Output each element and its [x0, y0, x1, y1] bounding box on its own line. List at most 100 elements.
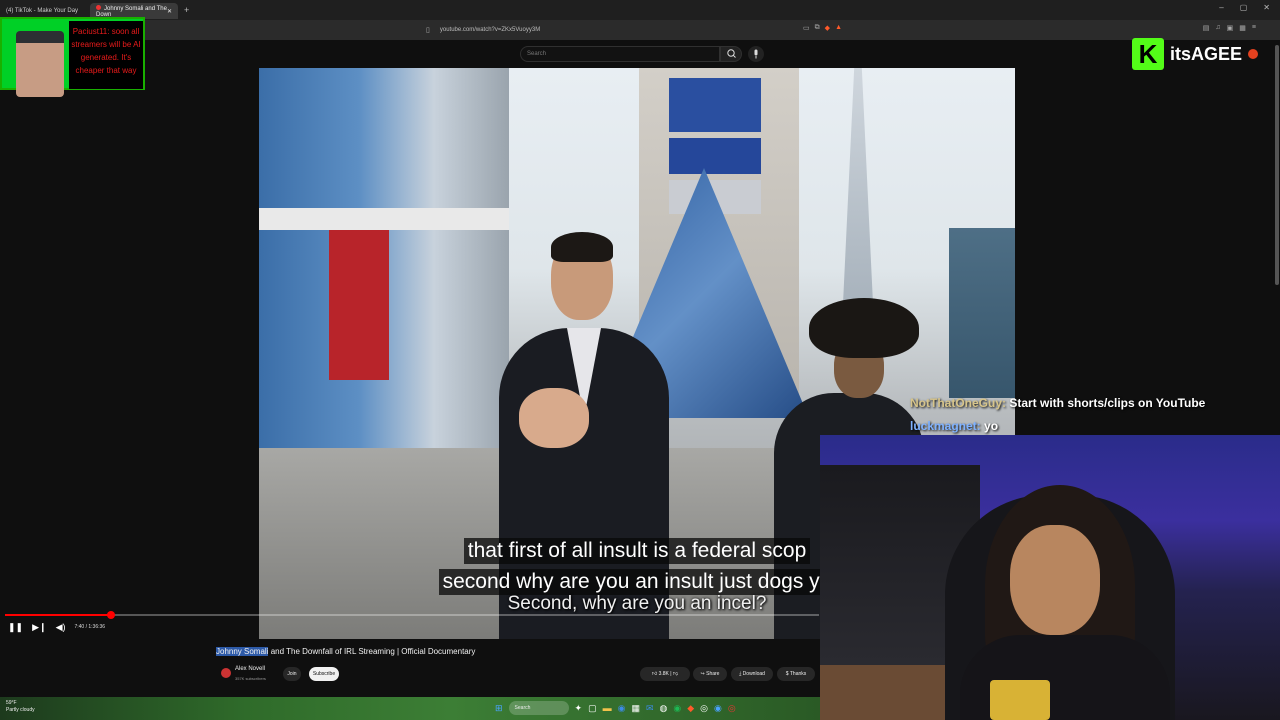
close-window-button[interactable]: ✕ [1263, 3, 1270, 12]
weather-temp: 59°F [6, 700, 17, 706]
download-label: Download [742, 671, 765, 677]
store-icon[interactable]: ▦ [631, 703, 640, 714]
chat-username: luckmagnet: [910, 419, 981, 433]
rewards-icon[interactable]: ▲ [835, 24, 842, 32]
kick-logo-icon: K [1132, 38, 1164, 70]
progress-fill [5, 614, 111, 616]
channel-name[interactable]: Alex Novell [235, 666, 265, 672]
progress-bar[interactable] [5, 611, 819, 619]
webcam-streamer-face [1010, 525, 1100, 635]
copilot-icon[interactable]: ✦ [575, 703, 583, 714]
share-label: Share [706, 671, 720, 677]
file-explorer-icon[interactable]: ▬ [603, 703, 612, 713]
extension-icon[interactable]: ⧉ [815, 24, 820, 32]
timecode: 7:40 / 1:36:36 [74, 624, 106, 630]
new-tab-button[interactable]: + [184, 5, 189, 15]
toolbar-icons: ▤ ♫ ▣ ▦ ≡ [1203, 24, 1256, 32]
minimize-button[interactable]: – [1219, 3, 1223, 12]
weather-desc: Partly cloudy [6, 707, 35, 713]
page-scrollbar[interactable] [1275, 45, 1279, 285]
window-controls: – ▢ ✕ [1219, 3, 1270, 12]
task-view-icon[interactable]: ▢ [588, 703, 597, 714]
close-tab-icon[interactable]: ✕ [167, 8, 172, 15]
streamer-brand: K itsAGEE [1132, 37, 1259, 71]
video-scene-right-building [949, 228, 1015, 398]
video-scene-sign [669, 78, 761, 132]
chat-popup-avatar [16, 31, 64, 97]
sidebar-icon[interactable]: ▤ [1203, 24, 1210, 32]
video-title: Johnny Somali and The Downfall of IRL St… [216, 647, 475, 656]
like-count: 3.8K [658, 671, 669, 677]
video-person-fist [519, 388, 589, 448]
scrubber-handle[interactable] [106, 611, 115, 619]
thanks-button[interactable]: $ Thanks [777, 667, 815, 681]
spotify-icon[interactable]: ◉ [673, 703, 681, 714]
wallet-icon[interactable]: ▣ [1227, 24, 1234, 32]
edge-icon[interactable]: ◉ [618, 703, 626, 714]
like-button[interactable]: 👍︎ 3.8K | 👎︎ [640, 667, 690, 681]
next-icon[interactable]: ▶❙ [32, 622, 46, 633]
chat-text: Start with shorts/clips on YouTube [1006, 396, 1206, 410]
obs-icon[interactable]: ◎ [700, 703, 708, 714]
streamer-name: itsAGEE [1170, 43, 1243, 64]
screen: (4) TikTok - Make Your Day Johnny Somali… [0, 0, 1280, 720]
caption-text: that first of all insult is a federal sc… [463, 538, 811, 564]
caption-text: second why are you an insult just dogs y… [438, 569, 836, 595]
voice-search-button[interactable] [748, 46, 764, 62]
search-input[interactable]: Search [520, 46, 720, 62]
bookmark-icon[interactable]: ▯ [426, 26, 430, 34]
webcam-desk [820, 665, 960, 720]
url-text: youtube.com/watch?v=ZKx5Vuoyy3M [439, 27, 541, 33]
menu-icon[interactable]: ≡ [1252, 24, 1256, 32]
search-button[interactable] [720, 46, 742, 62]
download-button[interactable]: ⤓ Download [731, 667, 773, 681]
chat-popup-message: Paciust11: soon all streamers will be AI… [69, 21, 143, 89]
subscriber-count: 357K subscribers [235, 676, 266, 681]
chat-username: NotThatOneGuy: [910, 396, 1006, 410]
microphone-icon [754, 49, 758, 59]
recorder-icon[interactable]: ◎ [728, 703, 736, 714]
address-bar: ▯ youtube.com/watch?v=ZKx5Vuoyy3M ▭ ⧉ ◆ … [0, 20, 1280, 40]
search-placeholder: Search [527, 51, 547, 57]
recording-dot-icon [96, 4, 101, 10]
chat-message: NotThatOneGuy: Start with shorts/clips o… [910, 392, 1205, 415]
video-scene-stripe [259, 208, 509, 230]
subscribe-button[interactable]: Subscribe [309, 667, 339, 681]
tab-label: Johnny Somali and The Down [96, 5, 167, 18]
taskbar-apps: ⊞ Search ✦ ▢ ▬ ◉ ▦ ✉ ◍ ◉ ◆ ◎ ◉ ◎ [495, 701, 736, 715]
mail-icon[interactable]: ✉ [646, 703, 654, 714]
chrome-icon[interactable]: ◉ [714, 703, 722, 714]
playlist-icon[interactable]: ♫ [1215, 24, 1220, 32]
brave-icon[interactable]: ◆ [687, 703, 694, 714]
join-button[interactable]: Join [283, 667, 301, 681]
avatar[interactable] [221, 668, 231, 678]
maximize-button[interactable]: ▢ [1240, 3, 1248, 12]
streamer-webcam [820, 435, 1280, 720]
brave-shield-icon[interactable]: ◆ [825, 24, 830, 32]
chat-popup-widget: Paciust11: soon all streamers will be AI… [0, 17, 145, 97]
share-button[interactable]: ↪ Share [693, 667, 727, 681]
vpn-icon[interactable]: ▦ [1239, 24, 1246, 32]
share-icon: ↪ [700, 671, 705, 677]
stream-chat: NotThatOneGuy: Start with shorts/clips o… [910, 392, 1205, 438]
pause-icon[interactable]: ❚❚ [8, 622, 23, 633]
url-actions: ▭ ⧉ ◆ ▲ [803, 24, 842, 32]
discord-icon[interactable]: ◍ [660, 703, 668, 714]
video-person-hat [809, 298, 919, 358]
notification-badge-icon [1248, 49, 1259, 59]
thumbs-down-icon[interactable]: 👎︎ [673, 671, 678, 677]
share-page-icon[interactable]: ▭ [803, 24, 810, 32]
volume-icon[interactable]: ◀) [56, 622, 66, 633]
player-controls: ❚❚ ▶❙ ◀) 7:40 / 1:36:36 [8, 621, 105, 633]
video-scene-sign [669, 138, 761, 174]
weather-widget[interactable]: 59°F Partly cloudy [6, 700, 35, 714]
url-field[interactable]: ▯ youtube.com/watch?v=ZKx5Vuoyy3M ▭ ⧉ ◆ … [426, 23, 842, 37]
tab-label: (4) TikTok - Make Your Day [6, 8, 79, 14]
browser-tab-bar: (4) TikTok - Make Your Day Johnny Somali… [0, 0, 1280, 20]
start-icon[interactable]: ⊞ [495, 703, 503, 714]
taskbar: 59°F Partly cloudy ⊞ Search ✦ ▢ ▬ ◉ ▦ ✉ … [0, 697, 820, 720]
search-icon [727, 49, 736, 58]
chat-text: yo [980, 419, 999, 433]
download-icon: ⤓ [739, 671, 742, 677]
taskbar-search[interactable]: Search [508, 701, 569, 715]
